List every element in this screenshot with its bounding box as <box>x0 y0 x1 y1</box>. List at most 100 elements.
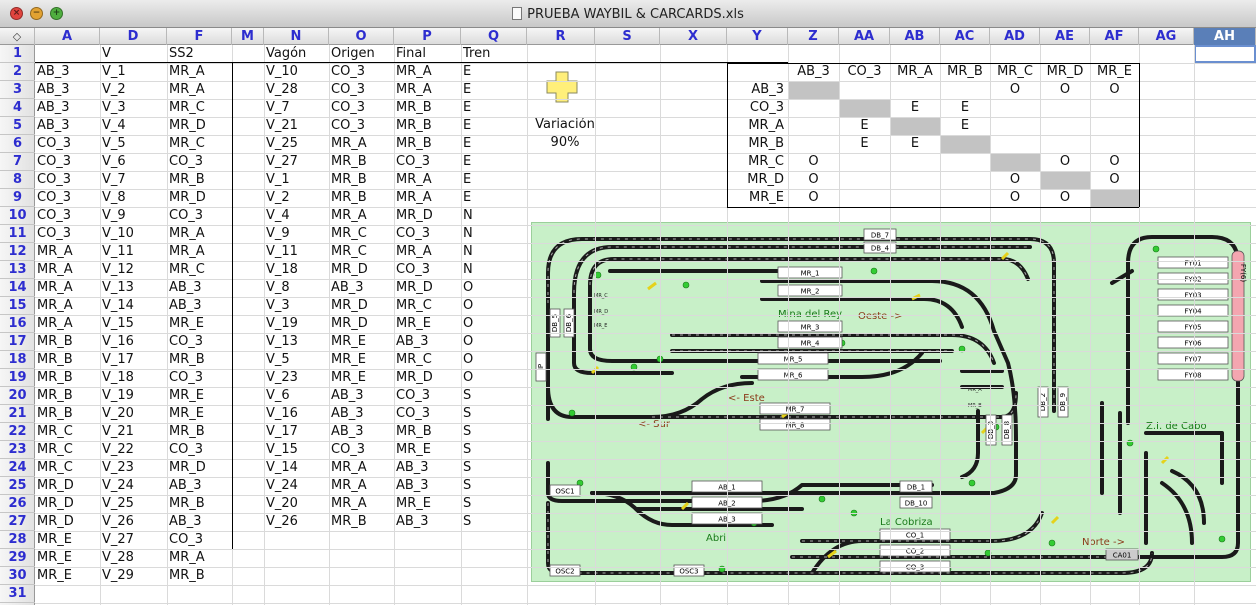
cell-P4[interactable]: MR_B <box>394 99 461 117</box>
cell-O26[interactable]: MR_A <box>329 495 394 513</box>
cell-F13[interactable]: MR_C <box>167 261 232 279</box>
matrix-cell-AE4[interactable] <box>1040 99 1090 117</box>
cell-O11[interactable]: MR_C <box>329 225 394 243</box>
cell-N15[interactable]: V_3 <box>264 297 329 315</box>
matrix-cell-AA4[interactable] <box>839 99 890 117</box>
cell-O8[interactable]: MR_B <box>329 171 394 189</box>
cell-F26[interactable]: MR_B <box>167 495 232 513</box>
column-header-Y[interactable]: Y <box>727 28 788 45</box>
cell-A3[interactable]: AB_3 <box>35 81 100 99</box>
cell-F11[interactable]: MR_A <box>167 225 232 243</box>
matrix-cell-AE8[interactable] <box>1040 171 1090 189</box>
cell-Q10[interactable]: N <box>461 207 527 225</box>
matrix-cell-AF6[interactable] <box>1090 135 1139 153</box>
header-N[interactable]: Vagón <box>264 45 329 63</box>
cell-F25[interactable]: AB_3 <box>167 477 232 495</box>
column-header-P[interactable]: P <box>394 28 461 45</box>
cell-Q13[interactable]: N <box>461 261 527 279</box>
cell-Q17[interactable]: O <box>461 333 527 351</box>
matrix-cell-AF4[interactable] <box>1090 99 1139 117</box>
matrix-cell-AC3[interactable] <box>940 81 990 99</box>
column-header-AB[interactable]: AB <box>890 28 940 45</box>
matrix-cell-AA8[interactable] <box>839 171 890 189</box>
cell-A6[interactable]: CO_3 <box>35 135 100 153</box>
matrix-cell-AD8[interactable]: O <box>990 171 1040 189</box>
matrix-cell-AF3[interactable]: O <box>1090 81 1139 99</box>
row-header-21[interactable]: 21 <box>0 405 35 423</box>
cell-A16[interactable]: MR_A <box>35 315 100 333</box>
cell-A26[interactable]: MR_D <box>35 495 100 513</box>
cell-P9[interactable]: MR_A <box>394 189 461 207</box>
cell-N14[interactable]: V_8 <box>264 279 329 297</box>
cell-N19[interactable]: V_23 <box>264 369 329 387</box>
cell-D7[interactable]: V_6 <box>100 153 167 171</box>
cell-P6[interactable]: MR_B <box>394 135 461 153</box>
cell-Q12[interactable]: N <box>461 243 527 261</box>
cell-D25[interactable]: V_24 <box>100 477 167 495</box>
header-Q[interactable]: Tren <box>461 45 527 63</box>
cell-F28[interactable]: CO_3 <box>167 531 232 549</box>
cell-O24[interactable]: MR_A <box>329 459 394 477</box>
cell-P24[interactable]: AB_3 <box>394 459 461 477</box>
cell-D8[interactable]: V_7 <box>100 171 167 189</box>
cell-N7[interactable]: V_27 <box>264 153 329 171</box>
header-P[interactable]: Final <box>394 45 461 63</box>
active-cell-AH1[interactable] <box>1194 45 1256 63</box>
cell-P16[interactable]: MR_E <box>394 315 461 333</box>
cell-P15[interactable]: MR_C <box>394 297 461 315</box>
row-header-3[interactable]: 3 <box>0 81 35 99</box>
matrix-cell-Z3[interactable] <box>788 81 839 99</box>
cell-Q22[interactable]: S <box>461 423 527 441</box>
matrix-cell-AA6[interactable]: E <box>839 135 890 153</box>
column-header-X[interactable]: X <box>660 28 727 45</box>
cell-D26[interactable]: V_25 <box>100 495 167 513</box>
cell-F4[interactable]: MR_C <box>167 99 232 117</box>
cell-Q21[interactable]: S <box>461 405 527 423</box>
cell-O9[interactable]: MR_B <box>329 189 394 207</box>
cell-O20[interactable]: AB_3 <box>329 387 394 405</box>
cell-A24[interactable]: MR_C <box>35 459 100 477</box>
cell-N23[interactable]: V_15 <box>264 441 329 459</box>
cell-D19[interactable]: V_18 <box>100 369 167 387</box>
cell-F3[interactable]: MR_A <box>167 81 232 99</box>
cell-F2[interactable]: MR_A <box>167 63 232 81</box>
cell-N25[interactable]: V_24 <box>264 477 329 495</box>
column-header-R[interactable]: R <box>527 28 595 45</box>
cell-Q14[interactable]: O <box>461 279 527 297</box>
cell-F23[interactable]: CO_3 <box>167 441 232 459</box>
cell-A21[interactable]: MR_B <box>35 405 100 423</box>
row-header-12[interactable]: 12 <box>0 243 35 261</box>
matrix-row-MR_E[interactable]: MR_E <box>727 189 784 207</box>
cell-N12[interactable]: V_11 <box>264 243 329 261</box>
header-O[interactable]: Origen <box>329 45 394 63</box>
matrix-cell-AE7[interactable]: O <box>1040 153 1090 171</box>
cell-F19[interactable]: CO_3 <box>167 369 232 387</box>
matrix-cell-AB8[interactable] <box>890 171 940 189</box>
column-header-O[interactable]: O <box>329 28 394 45</box>
cell-Q19[interactable]: O <box>461 369 527 387</box>
cell-Q4[interactable]: E <box>461 99 527 117</box>
column-header-N[interactable]: N <box>264 28 329 45</box>
matrix-cell-AA7[interactable] <box>839 153 890 171</box>
matrix-cell-Z4[interactable] <box>788 99 839 117</box>
cell-D16[interactable]: V_15 <box>100 315 167 333</box>
cell-Q9[interactable]: E <box>461 189 527 207</box>
column-header-AA[interactable]: AA <box>839 28 890 45</box>
cell-A25[interactable]: MR_D <box>35 477 100 495</box>
row-header-25[interactable]: 25 <box>0 477 35 495</box>
matrix-col-MR_D[interactable]: MR_D <box>1040 63 1090 81</box>
row-header-5[interactable]: 5 <box>0 117 35 135</box>
cell-A9[interactable]: CO_3 <box>35 189 100 207</box>
matrix-cell-AD3[interactable]: O <box>990 81 1040 99</box>
cell-A8[interactable]: CO_3 <box>35 171 100 189</box>
cell-Q20[interactable]: S <box>461 387 527 405</box>
cell-P14[interactable]: MR_D <box>394 279 461 297</box>
matrix-cell-AE3[interactable]: O <box>1040 81 1090 99</box>
cell-F10[interactable]: CO_3 <box>167 207 232 225</box>
cell-A4[interactable]: AB_3 <box>35 99 100 117</box>
matrix-cell-AC4[interactable]: E <box>940 99 990 117</box>
cell-Q16[interactable]: O <box>461 315 527 333</box>
cell-D15[interactable]: V_14 <box>100 297 167 315</box>
matrix-cell-AB7[interactable] <box>890 153 940 171</box>
row-header-2[interactable]: 2 <box>0 63 35 81</box>
